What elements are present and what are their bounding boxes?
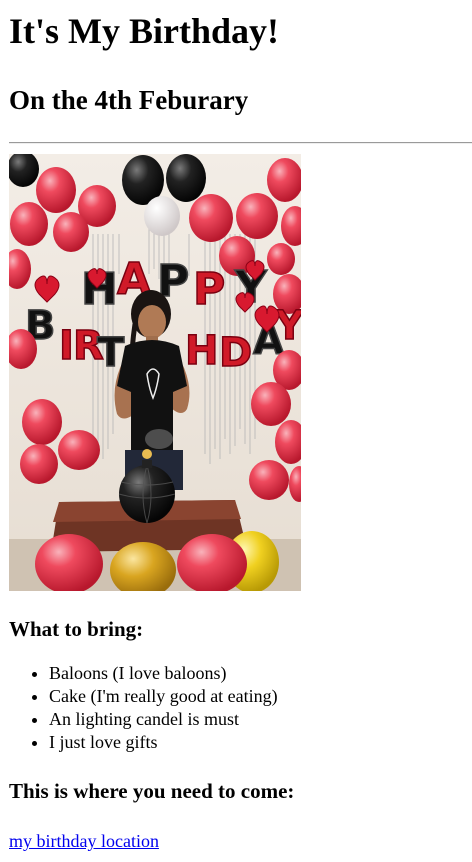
svg-text:D: D	[219, 330, 252, 376]
svg-text:Y: Y	[274, 303, 301, 349]
bring-heading: What to bring:	[9, 617, 144, 641]
list-item: Baloons (I love baloons)	[49, 662, 463, 685]
svg-text:H: H	[185, 328, 218, 374]
list-item: I just love gifts	[49, 731, 463, 754]
page-title: It's My Birthday!	[9, 11, 279, 51]
svg-text:P: P	[193, 264, 225, 315]
where-heading: This is where you need to come:	[9, 779, 295, 803]
divider	[9, 142, 472, 144]
svg-text:I: I	[59, 323, 74, 369]
page: It's My Birthday! On the 4th Feburary H …	[0, 9, 472, 852]
birthday-photo: H A P P Y B I R T H D A Y	[9, 154, 301, 591]
page-subtitle: On the 4th Feburary	[9, 85, 249, 115]
list-item: Cake (I'm really good at eating)	[49, 685, 463, 708]
list-item: An lighting candel is must	[49, 708, 463, 731]
location-link[interactable]: my birthday location	[9, 830, 159, 852]
bring-list: Baloons (I love baloons) Cake (I'm reall…	[9, 662, 463, 754]
